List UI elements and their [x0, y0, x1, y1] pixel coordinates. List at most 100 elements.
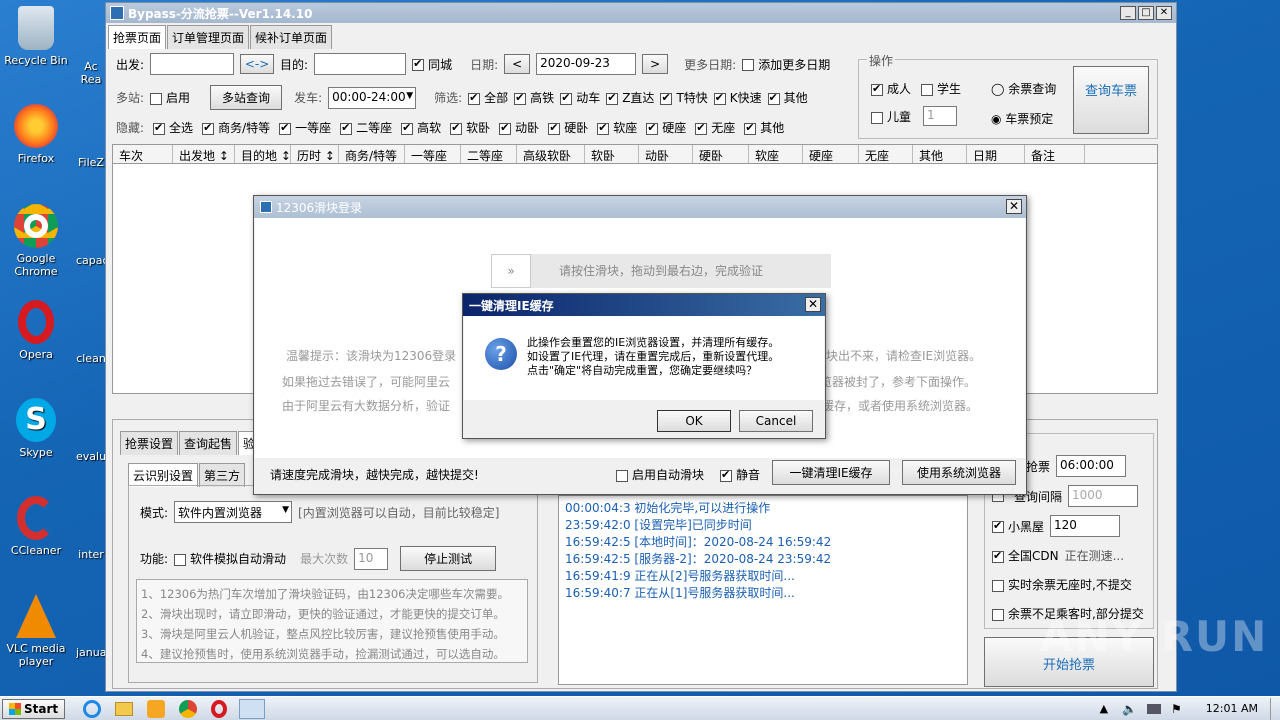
filter-gaotie[interactable]: 高铁: [514, 89, 554, 106]
tab-query-sale[interactable]: 查询起售: [179, 431, 238, 455]
ie-icon[interactable]: [83, 699, 102, 718]
hide-item[interactable]: 软卧: [450, 119, 490, 136]
hide-item[interactable]: 一等座: [279, 119, 331, 136]
tab-cloud-recognition[interactable]: 云识别设置: [128, 463, 199, 487]
book-radio[interactable]: ◉ 车票预定: [991, 110, 1053, 127]
column-header[interactable]: 备注: [1025, 145, 1085, 163]
desktop-icon-janua[interactable]: janua: [76, 646, 106, 659]
hide-item[interactable]: 软座: [597, 119, 637, 136]
hide-item[interactable]: 无座: [695, 119, 735, 136]
mute-checkbox[interactable]: 静音: [720, 466, 760, 483]
query-tickets-button[interactable]: 查询车票: [1073, 66, 1149, 134]
tab-waitlist[interactable]: 候补订单页面: [250, 25, 333, 49]
desktop-icon-filezilla[interactable]: FileZ: [76, 156, 106, 169]
hide-item[interactable]: 商务/特等: [202, 119, 270, 136]
tab-third-party[interactable]: 第三方: [199, 463, 246, 487]
desktop-icon-ccleaner[interactable]: CCleaner: [0, 496, 72, 557]
auto-slide-checkbox[interactable]: 软件模拟自动滑动: [174, 550, 286, 567]
network-icon[interactable]: [1147, 703, 1162, 714]
filter-all[interactable]: 全部: [468, 89, 508, 106]
column-header[interactable]: 其他: [913, 145, 967, 163]
column-header[interactable]: 软座: [749, 145, 803, 163]
hide-item[interactable]: 硬座: [646, 119, 686, 136]
filter-t[interactable]: T特快: [660, 89, 708, 106]
column-header[interactable]: 动卧: [639, 145, 693, 163]
slider-handle[interactable]: »: [491, 254, 531, 288]
filter-other[interactable]: 其他: [767, 89, 808, 106]
bypass-taskbar-icon[interactable]: [239, 698, 266, 719]
show-desktop-button[interactable]: [1270, 697, 1280, 720]
from-input[interactable]: [150, 53, 235, 75]
blackroom-stepper[interactable]: 120: [1050, 515, 1121, 537]
max-times-stepper[interactable]: 10: [354, 547, 389, 570]
desktop-icon-chrome[interactable]: Google Chrome: [0, 204, 72, 278]
desktop-icon-firefox[interactable]: Firefox: [0, 104, 72, 165]
adult-checkbox[interactable]: 成人: [871, 80, 911, 97]
hide-item[interactable]: 高软: [401, 119, 441, 136]
minimize-button[interactable]: _: [1120, 6, 1136, 20]
column-header[interactable]: 硬卧: [693, 145, 749, 163]
media-player-icon[interactable]: [147, 699, 166, 718]
desktop-icon-evalu[interactable]: evalu: [76, 450, 106, 463]
tab-grab-settings[interactable]: 抢票设置: [120, 431, 179, 455]
swap-button[interactable]: <->: [240, 54, 275, 74]
realtime-checkbox[interactable]: 实时余票无座时,不提交: [992, 576, 1132, 593]
flag-icon[interactable]: ⚑: [1171, 702, 1182, 716]
desktop-icon-opera[interactable]: Opera: [0, 300, 72, 361]
hide-item[interactable]: 硬卧: [548, 119, 588, 136]
clock[interactable]: 12:01 AM: [1206, 702, 1258, 715]
column-header[interactable]: 一等座: [405, 145, 461, 163]
explorer-icon[interactable]: [115, 701, 134, 716]
desktop-icon-recycle-bin[interactable]: Recycle Bin: [0, 6, 72, 67]
hide-item[interactable]: 全选: [153, 119, 193, 136]
column-header[interactable]: 硬座: [803, 145, 859, 163]
grab-time-stepper[interactable]: 06:00:00: [1056, 455, 1127, 477]
column-header[interactable]: 无座: [859, 145, 913, 163]
close-icon[interactable]: ✕: [805, 297, 821, 312]
to-input[interactable]: [314, 53, 407, 75]
tab-orders[interactable]: 订单管理页面: [167, 25, 250, 49]
clear-ie-cache-button[interactable]: 一键清理IE缓存: [772, 460, 890, 485]
auto-slide-checkbox[interactable]: 启用自动滑块: [616, 466, 704, 483]
hide-item[interactable]: 动卧: [499, 119, 539, 136]
next-date-button[interactable]: >: [642, 54, 669, 74]
depart-time-select[interactable]: 00:00-24:00 ▼: [328, 86, 417, 109]
filter-dongche[interactable]: 动车: [560, 89, 600, 106]
prev-date-button[interactable]: <: [504, 54, 531, 74]
desktop-icon-vlc[interactable]: VLC media player: [0, 594, 72, 668]
start-button[interactable]: Start: [2, 698, 66, 719]
cancel-button[interactable]: Cancel: [739, 410, 813, 432]
date-input[interactable]: 2020-09-23: [536, 53, 637, 75]
volume-icon[interactable]: 🔈: [1122, 702, 1137, 716]
ok-button[interactable]: OK: [657, 410, 731, 432]
column-header[interactable]: 车次: [113, 145, 173, 163]
filter-z[interactable]: Z直达: [606, 89, 654, 106]
tray-up-icon[interactable]: ▲: [1100, 702, 1108, 715]
blackroom-checkbox[interactable]: 小黑屋: [992, 518, 1044, 535]
enable-multi-checkbox[interactable]: 启用: [150, 89, 190, 106]
chrome-taskbar-icon[interactable]: [179, 699, 198, 718]
hide-item[interactable]: 其他: [744, 119, 784, 136]
close-button[interactable]: ✕: [1156, 6, 1172, 20]
same-city-checkbox[interactable]: 同城: [412, 56, 452, 73]
slider-track[interactable]: » 请按住滑块，拖动到最右边，完成验证: [491, 254, 831, 288]
stop-test-button[interactable]: 停止测试: [400, 546, 497, 571]
student-checkbox[interactable]: 学生: [921, 80, 961, 97]
maximize-button[interactable]: □: [1138, 6, 1154, 20]
multi-query-button[interactable]: 多站查询: [210, 85, 283, 110]
column-header[interactable]: 日期: [967, 145, 1025, 163]
desktop-icon-clean[interactable]: clean: [76, 352, 106, 365]
column-header[interactable]: 软卧: [585, 145, 639, 163]
desktop-icon-inter[interactable]: inter: [76, 548, 106, 561]
opera-taskbar-icon[interactable]: [211, 699, 228, 718]
child-checkbox[interactable]: 儿童: [871, 108, 911, 125]
tab-grab[interactable]: 抢票页面: [108, 25, 167, 49]
system-browser-button[interactable]: 使用系统浏览器: [902, 460, 1016, 485]
column-header[interactable]: 二等座: [461, 145, 517, 163]
close-icon[interactable]: ✕: [1006, 199, 1022, 214]
filter-k[interactable]: K快速: [713, 89, 762, 106]
interval-stepper[interactable]: 1000: [1068, 485, 1139, 507]
add-more-dates-checkbox[interactable]: 添加更多日期: [742, 56, 830, 73]
column-header[interactable]: 高级软卧: [517, 145, 585, 163]
remain-query-radio[interactable]: ◯ 余票查询: [991, 80, 1056, 97]
